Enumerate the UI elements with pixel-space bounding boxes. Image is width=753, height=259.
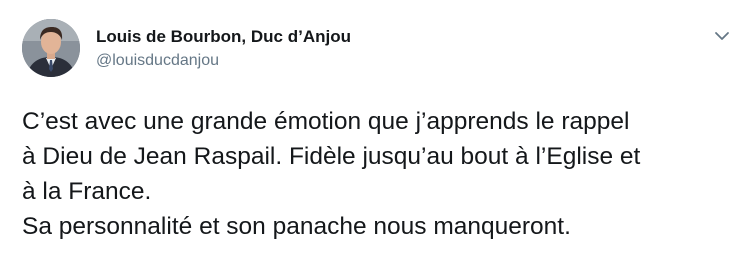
author-handle[interactable]: @louisducdanjou bbox=[96, 52, 219, 70]
tweet-text-line: Sa personnalité et son panache nous manq… bbox=[22, 213, 571, 240]
tweet-card: Louis de Bourbon, Duc d’Anjou @louisducd… bbox=[0, 0, 753, 259]
chevron-down-icon bbox=[715, 32, 729, 40]
author-display-name[interactable]: Louis de Bourbon, Duc d’Anjou bbox=[96, 27, 351, 47]
profile-photo-icon bbox=[22, 19, 80, 77]
tweet-text-line: à la France. bbox=[22, 178, 152, 205]
avatar[interactable] bbox=[22, 19, 80, 77]
tweet-text-line: C’est avec une grande émotion que j’appr… bbox=[22, 108, 630, 135]
tweet-text: C’est avec une grande émotion que j’appr… bbox=[22, 104, 737, 244]
tweet-text-line: à Dieu de Jean Raspail. Fidèle jusqu’au … bbox=[22, 143, 641, 170]
tweet-menu-button[interactable] bbox=[712, 26, 732, 46]
